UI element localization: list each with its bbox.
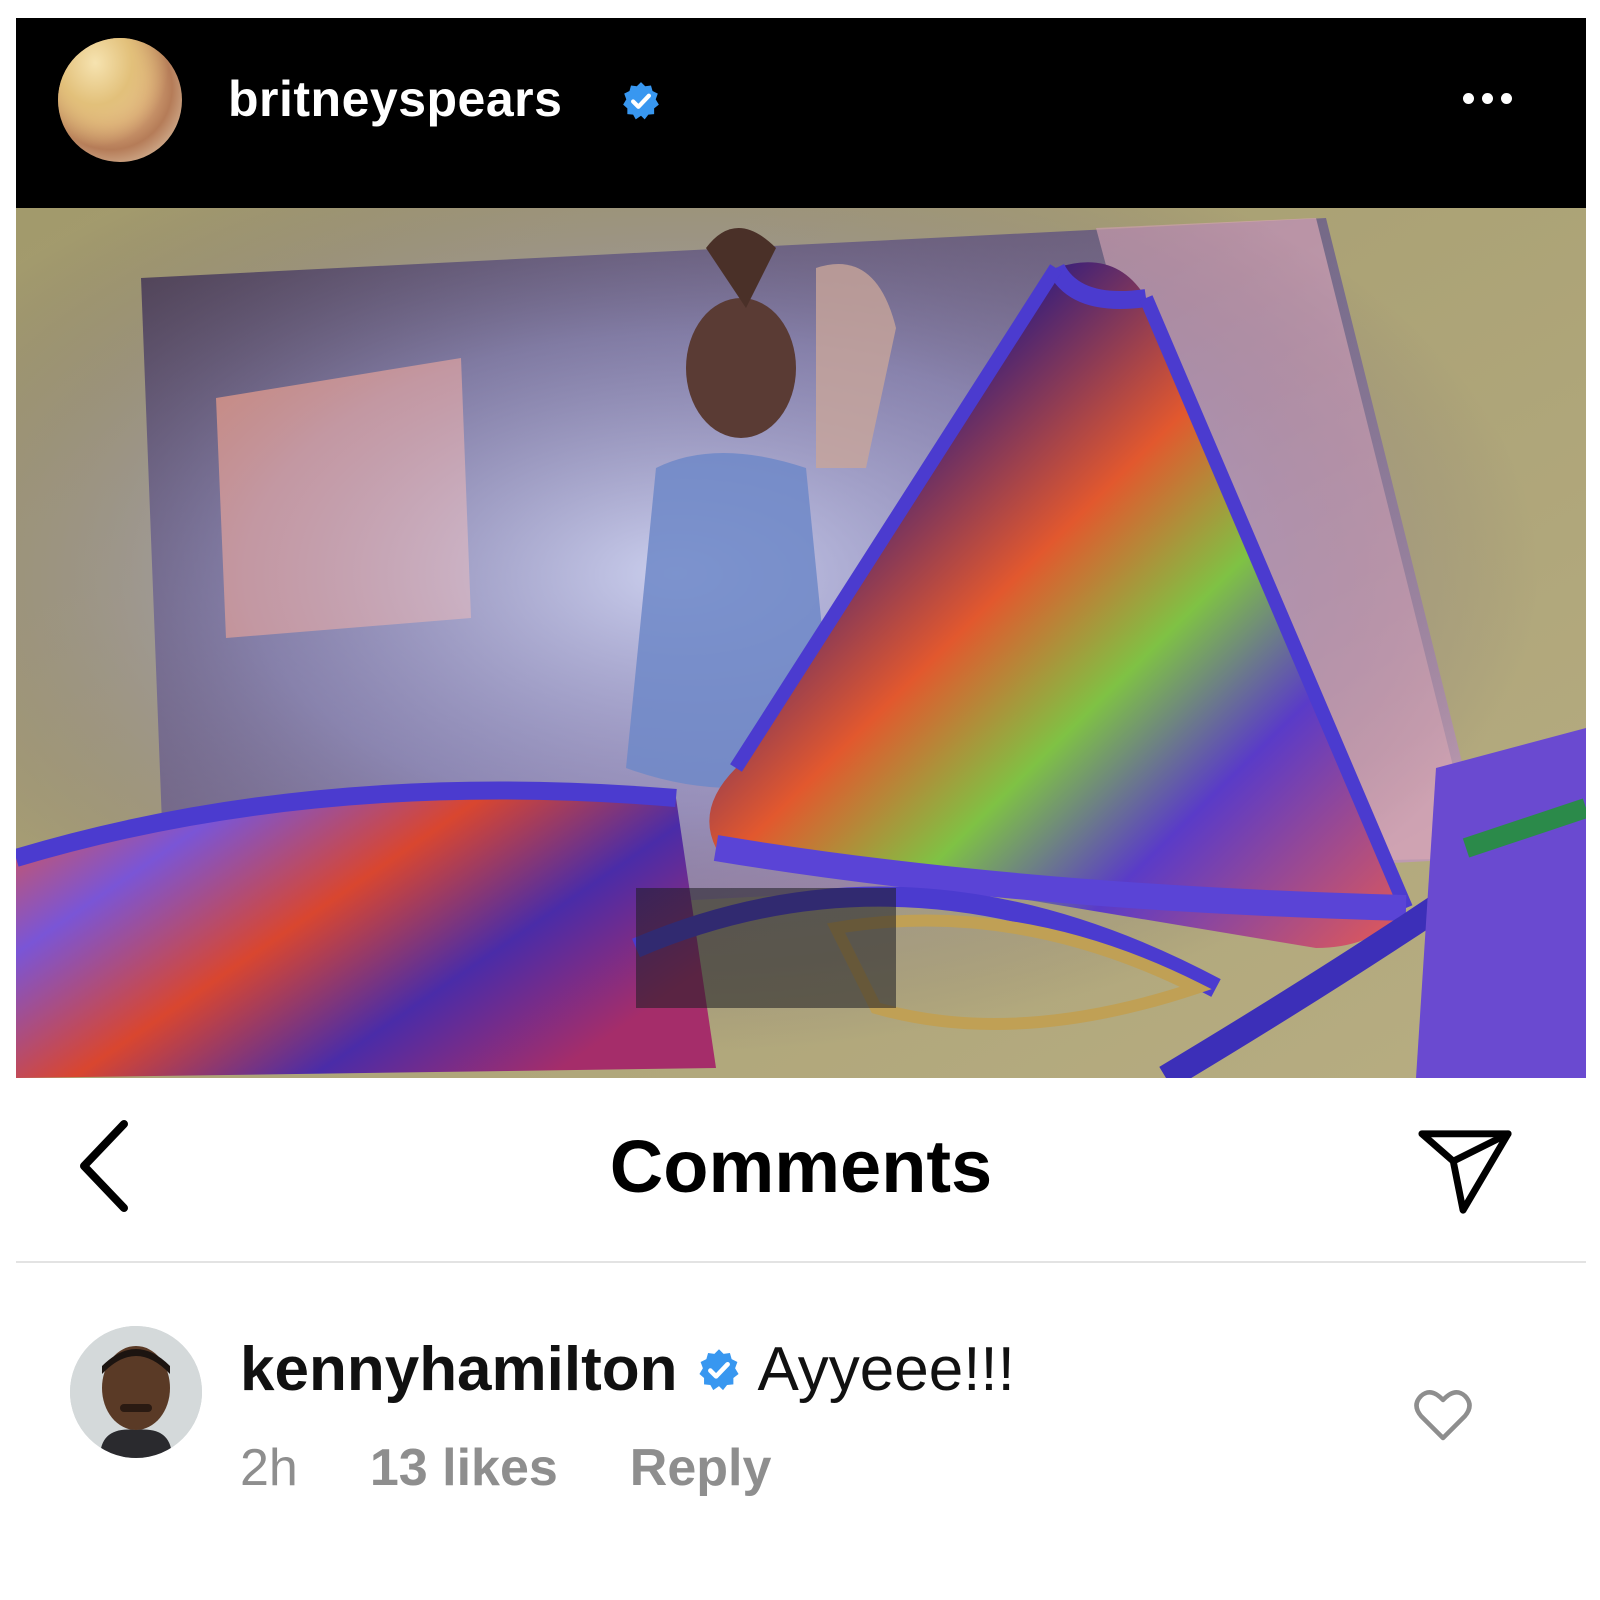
comment-text: Ayyeee!!! (757, 1335, 1015, 1404)
post-username[interactable]: britneyspears (228, 70, 562, 128)
post-photo-graphic (16, 208, 1586, 1078)
post-photo[interactable] (16, 208, 1586, 1078)
commenter-username[interactable]: kennyhamilton (240, 1334, 678, 1405)
more-options-icon[interactable] (1452, 78, 1522, 118)
avatar[interactable] (58, 38, 182, 162)
dot (1481, 92, 1493, 104)
comments-header-bar: Comments (16, 1078, 1586, 1263)
commenter-avatar[interactable] (70, 1326, 202, 1458)
comment-likes-count[interactable]: 13 likes (370, 1438, 558, 1498)
comment-item: kennyhamilton Ayyeee!!! 2h 13 likes Repl… (16, 1288, 1586, 1538)
comments-title: Comments (609, 1125, 993, 1208)
verified-badge-icon (698, 1348, 739, 1390)
reply-button[interactable]: Reply (630, 1438, 772, 1498)
dot (1462, 92, 1474, 104)
instagram-post-screen: britneyspears Comments kennyhamilton Ayy… (16, 18, 1586, 1600)
send-icon[interactable] (1416, 1122, 1514, 1220)
verified-badge-icon (623, 82, 659, 120)
post-header: britneyspears (16, 18, 1586, 208)
heart-outline-icon[interactable] (1414, 1388, 1472, 1442)
avatar-hair-shading (58, 38, 182, 162)
comment-text-line: kennyhamilton Ayyeee!!! (240, 1334, 1015, 1405)
avatar-face-graphic (70, 1326, 202, 1458)
comment-meta: 2h 13 likes Reply (240, 1438, 843, 1498)
comment-time: 2h (240, 1439, 298, 1497)
dot (1500, 92, 1512, 104)
